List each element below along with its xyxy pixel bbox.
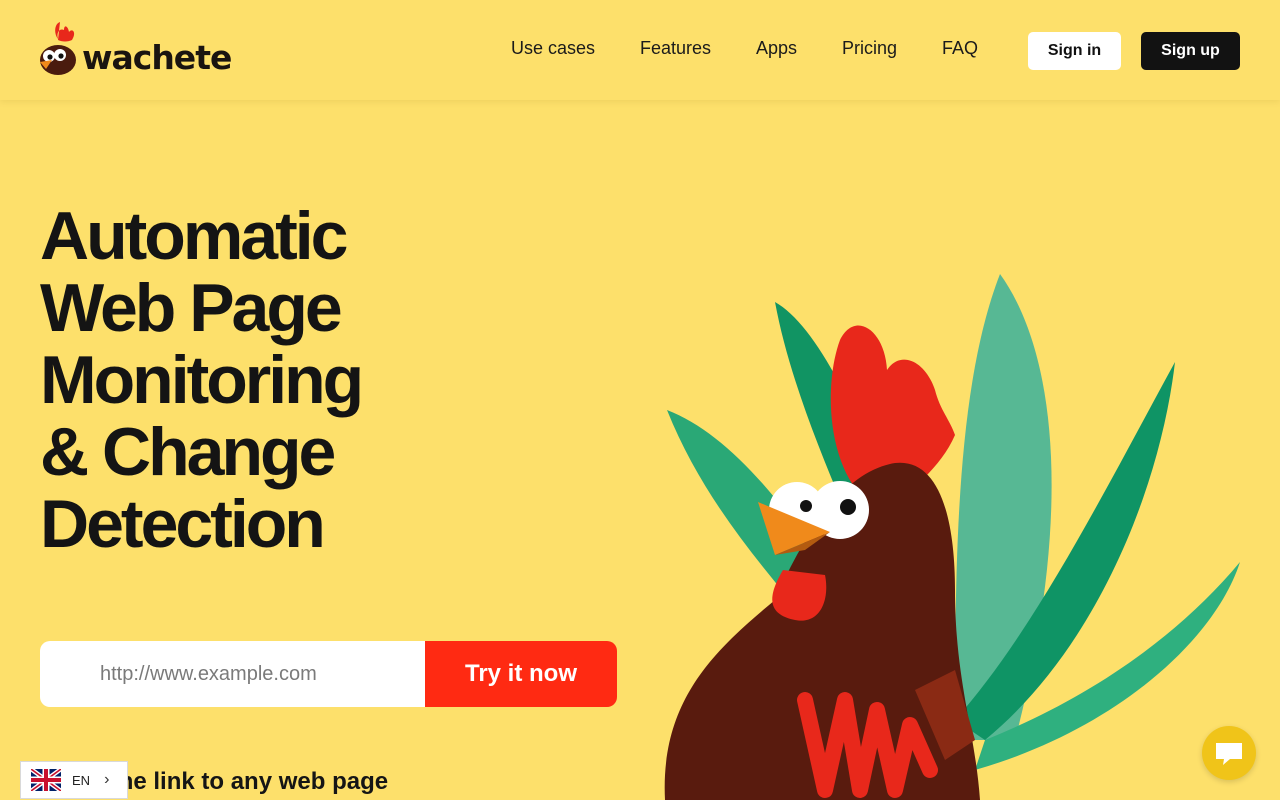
- nav-use-cases[interactable]: Use cases: [511, 38, 595, 59]
- brand-wordmark: wachete: [82, 38, 232, 77]
- hero-title-line: Web Page: [40, 270, 343, 346]
- chat-widget-button[interactable]: [1202, 726, 1256, 780]
- nav-features[interactable]: Features: [640, 38, 711, 59]
- hero-title-line: & Change: [40, 414, 336, 490]
- sign-up-button[interactable]: Sign up: [1141, 32, 1240, 70]
- hero-title-line: Automatic: [40, 198, 348, 274]
- site-header: wachete Use cases Features Apps Pricing …: [0, 0, 1280, 100]
- nav-pricing[interactable]: Pricing: [842, 38, 897, 59]
- chevron-right-icon: ›: [104, 771, 110, 788]
- url-input[interactable]: [40, 641, 425, 707]
- chat-bubble-icon: [1216, 743, 1242, 765]
- nav-faq[interactable]: FAQ: [942, 38, 978, 59]
- hero-title: Automatic Web Page Monitoring & Change D…: [40, 200, 600, 560]
- hero-title-line: Monitoring: [40, 342, 364, 418]
- rooster-logo-icon: [40, 22, 76, 75]
- language-code: EN: [72, 772, 91, 788]
- wachete-logo[interactable]: wachete: [38, 20, 232, 78]
- rooster-mascot-illustration: [664, 274, 1240, 800]
- try-it-now-button[interactable]: Try it now: [425, 641, 617, 707]
- language-selector[interactable]: EN ›: [20, 761, 128, 799]
- uk-flag-icon: [31, 769, 61, 791]
- sign-in-button[interactable]: Sign in: [1028, 32, 1121, 70]
- nav-apps[interactable]: Apps: [756, 38, 797, 59]
- hero-title-line: Detection: [40, 486, 326, 562]
